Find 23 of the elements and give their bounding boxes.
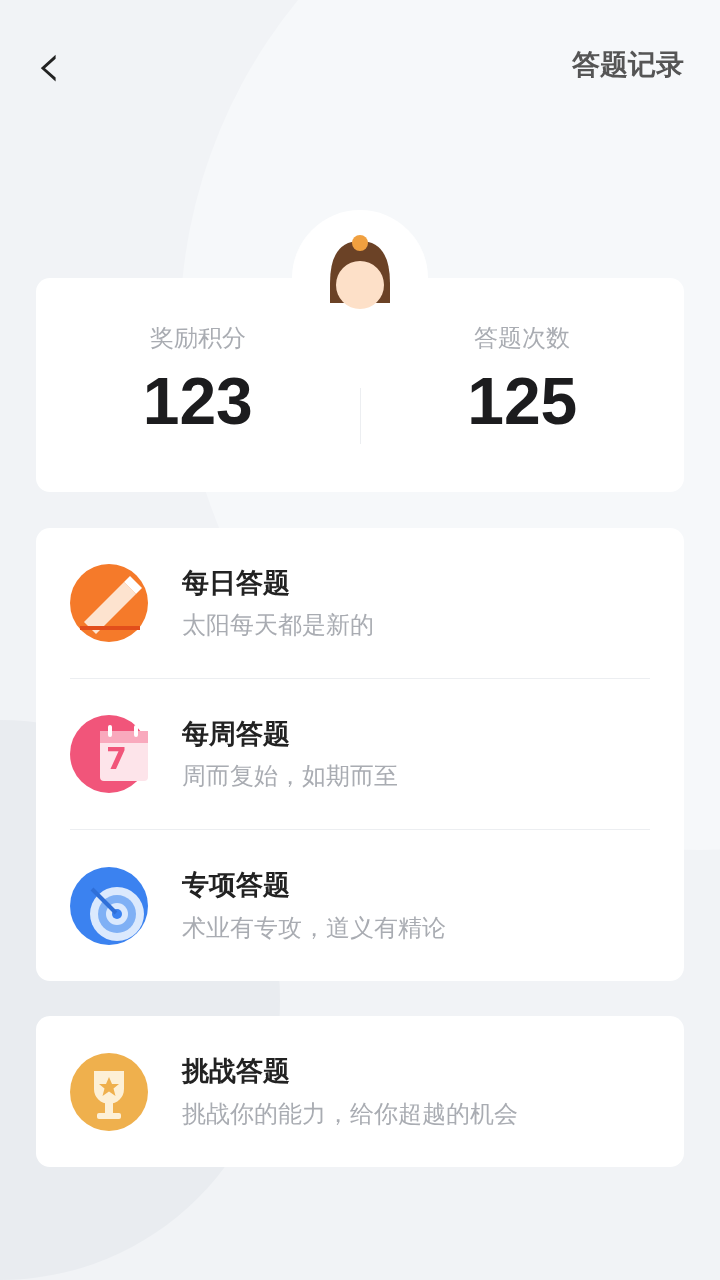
quiz-mode-item[interactable]: 7 每周答题 周而复始，如期而至	[70, 679, 650, 830]
stat-label: 奖励积分	[149, 323, 246, 354]
mode-subtitle: 挑战你的能力，给你超越的机会	[182, 1098, 518, 1130]
quiz-mode-item[interactable]: 每日答题 太阳每天都是新的	[70, 528, 650, 679]
stat-label: 答题次数	[474, 323, 571, 354]
back-button[interactable]: ‹	[36, 33, 62, 97]
trophy-icon	[70, 1052, 148, 1131]
stat-value: 125	[467, 368, 578, 434]
calendar-date: 7	[106, 744, 127, 774]
calendar-icon	[70, 715, 148, 793]
mode-title: 挑战答题	[182, 1054, 291, 1089]
mode-title: 专项答题	[182, 868, 291, 903]
mode-title: 每周答题	[182, 716, 291, 751]
quiz-mode-item[interactable]: 挑战答题 挑战你的能力，给你超越的机会	[70, 1016, 650, 1167]
quiz-mode-item[interactable]: 专项答题 术业有专攻，道义有精论	[70, 830, 650, 981]
mode-title: 每日答题	[182, 565, 291, 600]
mode-subtitle: 术业有专攻，道义有精论	[182, 912, 446, 944]
mode-subtitle: 周而复始，如期而至	[182, 761, 398, 793]
history-link[interactable]: 答题记录	[572, 44, 684, 86]
pencil-icon	[70, 564, 148, 642]
stat-value: 123	[142, 368, 253, 434]
mode-subtitle: 太阳每天都是新的	[182, 610, 374, 642]
target-icon	[70, 866, 148, 945]
